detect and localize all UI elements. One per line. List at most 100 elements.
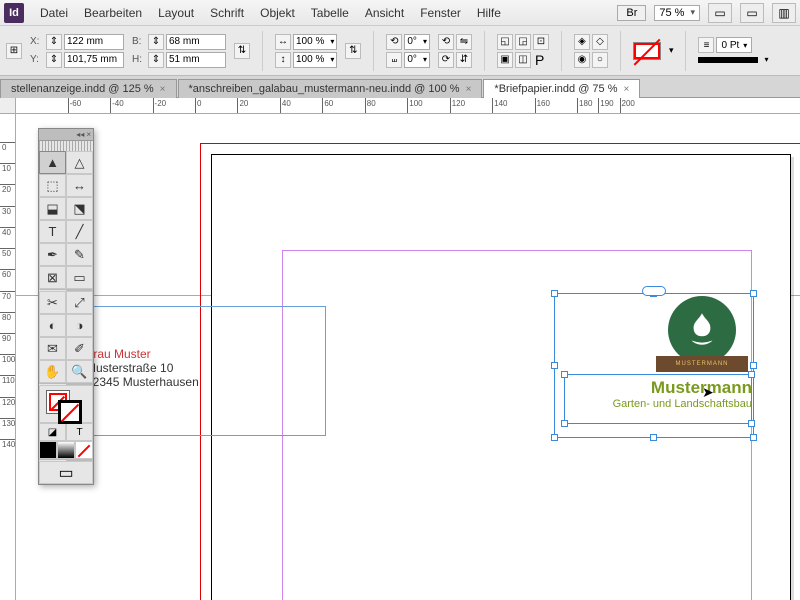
fitting-cluster: ◱◲⊡ ▣◫P	[497, 34, 549, 68]
gap-tool[interactable]: ↔	[66, 174, 93, 197]
note-tool[interactable]: ✉	[39, 337, 66, 360]
content-placer-tool[interactable]: ⬔	[66, 197, 93, 220]
direct-selection-tool[interactable]: △	[66, 151, 93, 174]
handle-icon[interactable]	[561, 420, 568, 427]
fit-frame-icon[interactable]: ◲	[515, 34, 531, 50]
gradient-feather-tool[interactable]: ◑	[66, 314, 93, 337]
stroke-weight-input[interactable]: 0 Pt▾	[716, 37, 752, 53]
handle-icon[interactable]	[551, 362, 558, 369]
tools-panel[interactable]: ◂◂× ▲ △ ⬚ ↔ ⬓ ⬔ T ╱ ✒ ✎ ⊠ ▭ ✂ ⤢ ◐ ◑ ✉ ✐ …	[38, 128, 94, 485]
rotate-ccw-icon[interactable]: ⟲	[438, 34, 454, 50]
zoom-select[interactable]: 75 %	[654, 5, 700, 21]
stepper-icon[interactable]: ⇕	[148, 34, 164, 50]
zoom-tool[interactable]: 🔍	[66, 360, 93, 383]
flip-h-icon[interactable]: ⇋	[456, 34, 472, 50]
stepper-icon[interactable]: ⇕	[46, 52, 62, 68]
fit-prop-icon[interactable]: ◫	[515, 52, 531, 68]
gradient-swatch-tool[interactable]: ◐	[39, 314, 66, 337]
close-icon[interactable]: ×	[624, 84, 630, 95]
fill-stroke-control[interactable]	[39, 385, 93, 423]
menu-schrift[interactable]: Schrift	[202, 6, 252, 20]
panel-header[interactable]: ◂◂×	[39, 129, 93, 141]
apply-gradient-icon[interactable]	[57, 441, 75, 459]
menu-bearbeiten[interactable]: Bearbeiten	[76, 6, 150, 20]
fill-frame-icon[interactable]: ▣	[497, 52, 513, 68]
stepper-icon[interactable]: ⇕	[148, 52, 164, 68]
x-input[interactable]	[64, 34, 124, 50]
stroke-swatch[interactable]	[58, 400, 82, 424]
horizontal-ruler[interactable]: -60-40-20020406080100120140160180190200	[16, 98, 800, 114]
vertical-ruler[interactable]: 0102030405060708090100110120130140	[0, 114, 16, 600]
rotate-cw-icon[interactable]: ⟳	[438, 52, 454, 68]
rectangle-frame-tool[interactable]: ⊠	[39, 266, 66, 289]
panel-grip[interactable]	[39, 141, 93, 151]
content-collector-tool[interactable]: ⬓	[39, 197, 66, 220]
flip-v-icon[interactable]: ⇵	[456, 52, 472, 68]
ruler-origin[interactable]	[0, 98, 16, 114]
view-mode-button[interactable]: ▭	[708, 3, 732, 23]
type-tool[interactable]: T	[39, 220, 66, 243]
view-mode-tool[interactable]: ▭	[39, 461, 93, 484]
fill-stroke-swatch[interactable]	[633, 42, 661, 60]
menu-ansicht[interactable]: Ansicht	[357, 6, 412, 20]
swatch-dropdown-icon[interactable]: ▾	[669, 45, 674, 56]
handle-icon[interactable]	[650, 434, 657, 441]
apply-color-icon[interactable]	[39, 441, 57, 459]
w-input[interactable]	[166, 34, 226, 50]
rotate-icon: ⟲	[386, 34, 402, 50]
reference-point-icon[interactable]: ⊞	[6, 43, 22, 59]
menu-layout[interactable]: Layout	[150, 6, 202, 20]
formatting-container-icon[interactable]: ◪	[39, 423, 66, 441]
select-container-icon[interactable]: ◈	[574, 34, 590, 50]
tab-stellenanzeige[interactable]: stellenanzeige.indd @ 125 %×	[0, 79, 177, 98]
pencil-tool[interactable]: ✎	[66, 243, 93, 266]
h-input[interactable]	[166, 52, 226, 68]
apply-none-icon[interactable]	[75, 441, 93, 459]
menu-fenster[interactable]: Fenster	[412, 6, 469, 20]
frame-link-icon[interactable]	[642, 286, 666, 296]
page-tool[interactable]: ⬚	[39, 174, 66, 197]
eyedropper-tool[interactable]: ✐	[66, 337, 93, 360]
line-tool[interactable]: ╱	[66, 220, 93, 243]
formatting-text-icon[interactable]: T	[66, 423, 93, 441]
hand-tool[interactable]: ✋	[39, 360, 66, 383]
address-text-frame[interactable]: Frau Muster Musterstraße 10 12345 Muster…	[71, 306, 326, 436]
menu-objekt[interactable]: Objekt	[252, 6, 303, 20]
screen-mode-button[interactable]: ▭	[740, 3, 764, 23]
shear-select[interactable]: 0°	[404, 52, 430, 68]
scale-y-select[interactable]: 100 %	[293, 52, 337, 68]
arrange-button[interactable]: ▥	[772, 3, 796, 23]
fit-content-icon[interactable]: ◱	[497, 34, 513, 50]
menu-datei[interactable]: Datei	[32, 6, 76, 20]
handle-icon[interactable]	[551, 290, 558, 297]
free-transform-tool[interactable]: ⤢	[66, 291, 93, 314]
close-icon[interactable]: ×	[466, 84, 472, 95]
center-content-icon[interactable]: ⊡	[533, 34, 549, 50]
pen-tool[interactable]: ✒	[39, 243, 66, 266]
select-content-icon[interactable]: ◉	[574, 52, 590, 68]
menu-hilfe[interactable]: Hilfe	[469, 6, 509, 20]
menu-tabelle[interactable]: Tabelle	[303, 6, 357, 20]
tab-briefpapier[interactable]: *Briefpapier.indd @ 75 %×	[483, 79, 640, 98]
document-canvas[interactable]: Frau Muster Musterstraße 10 12345 Muster…	[16, 114, 800, 600]
select-prev-icon[interactable]: ○	[592, 52, 608, 68]
scissors-tool[interactable]: ✂	[39, 291, 66, 314]
tab-anschreiben[interactable]: *anschreiben_galabau_mustermann-neu.indd…	[178, 79, 483, 98]
handle-icon[interactable]	[551, 434, 558, 441]
rotate-select[interactable]: 0°	[404, 34, 430, 50]
rectangle-tool[interactable]: ▭	[66, 266, 93, 289]
selection-tool[interactable]: ▲	[39, 151, 66, 174]
stepper-icon[interactable]: ⇕	[46, 34, 62, 50]
close-icon[interactable]: ×	[86, 130, 91, 139]
collapse-icon[interactable]: ◂◂	[76, 130, 84, 139]
y-input[interactable]	[64, 52, 124, 68]
select-next-icon[interactable]: ◇	[592, 34, 608, 50]
constrain-scale-icon[interactable]: ⇅	[345, 43, 361, 59]
constrain-icon[interactable]: ⇅	[234, 43, 250, 59]
scale-x-select[interactable]: 100 %	[293, 34, 337, 50]
handle-icon[interactable]	[748, 420, 755, 427]
close-icon[interactable]: ×	[160, 84, 166, 95]
stroke-style-select[interactable]	[698, 57, 758, 63]
handle-icon[interactable]	[750, 434, 757, 441]
bridge-button[interactable]: Br	[617, 5, 646, 21]
